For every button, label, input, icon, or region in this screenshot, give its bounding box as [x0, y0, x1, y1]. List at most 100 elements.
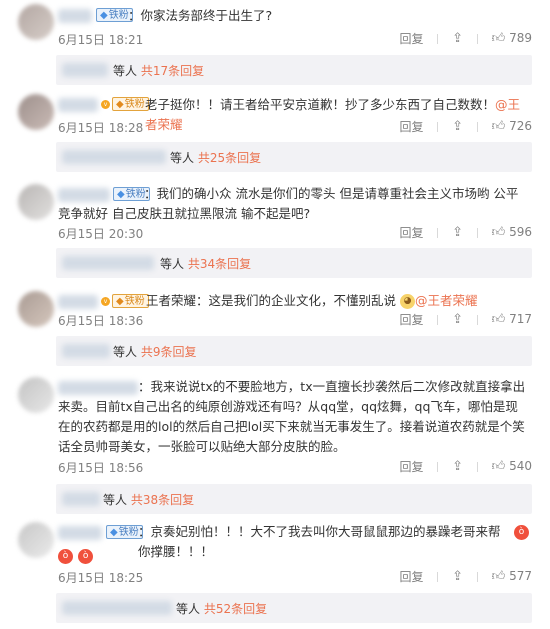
like-count: 789 [509, 31, 532, 45]
like-count: 717 [509, 312, 532, 326]
replies-summary[interactable]: 等人 共25条回复 [56, 142, 532, 172]
dog-emoji-icon: ◕ [400, 294, 415, 309]
comment-actions: 回复 ⇪ 👍︎ 726 [389, 118, 532, 135]
avatar[interactable] [18, 377, 54, 413]
reply-button[interactable]: 回复 [399, 30, 423, 47]
username-blurred[interactable] [58, 295, 98, 309]
comment-6: ◆铁粉 ：京奏妃别怕！！！大不了我去叫你大哥鼠鼠那边的暴躁老哥来帮你撑腰！！！ … [0, 518, 550, 629]
divider [476, 461, 478, 472]
share-icon[interactable]: ⇪ [452, 312, 463, 327]
replies-summary[interactable]: 等人 共38条回复 [56, 484, 532, 514]
divider [437, 227, 439, 238]
view-replies-link[interactable]: 共17条回复 [141, 64, 204, 78]
avatar[interactable] [18, 94, 54, 130]
thumbs-up-icon: 👍︎ [491, 312, 506, 327]
reply-button[interactable]: 回复 [399, 118, 423, 135]
like-button[interactable]: 👍︎ 596 [492, 225, 532, 240]
fan-badge[interactable]: ◆铁粉 [112, 294, 149, 308]
replies-text: 等人 共25条回复 [170, 151, 262, 165]
divider [476, 314, 478, 325]
comment-text: 王者荣耀：这是我们的企业文化，不懂别乱说 ◕ @王者荣耀 [146, 293, 478, 309]
reply-button[interactable]: 回复 [399, 568, 423, 585]
vip-icon: v [101, 100, 110, 109]
comment-timestamp: 6月15日 20:30 [58, 227, 144, 241]
reply-names-blurred [62, 601, 172, 615]
divider [476, 227, 478, 238]
angry-emoji-icon: ò [58, 549, 73, 564]
username-blurred[interactable] [58, 526, 102, 540]
divider [437, 461, 439, 472]
comment-timestamp: 6月15日 18:21 [58, 33, 144, 47]
share-icon[interactable]: ⇪ [452, 569, 463, 584]
view-replies-link[interactable]: 共25条回复 [198, 151, 261, 165]
comment-2: v ◆铁粉 老子挺你！！请王者给平安京道歉！抄了多少东西了自己数数！@王者荣耀 … [0, 90, 550, 185]
comment-text: ：我来说说tx的不要脸地方，tx一直擅长抄袭然后二次修改就直接拿出来卖。目前tx… [58, 379, 526, 454]
comment-actions: 回复 ⇪ 👍︎ 717 [389, 311, 532, 328]
divider [437, 33, 439, 44]
replies-summary[interactable]: 等人 共9条回复 [56, 336, 532, 366]
reply-names-blurred [62, 492, 100, 506]
replies-text: 等人 共34条回复 [160, 257, 252, 271]
comment-timestamp: 6月15日 18:25 [58, 571, 144, 585]
mention-link[interactable]: @王者荣耀 [415, 293, 478, 308]
view-replies-link[interactable]: 共34条回复 [188, 257, 251, 271]
comment-4: v ◆铁粉 王者荣耀：这是我们的企业文化，不懂别乱说 ◕ @王者荣耀 6月15日 … [0, 287, 550, 367]
avatar[interactable] [18, 291, 54, 327]
fan-badge[interactable]: ◆铁粉 [112, 97, 149, 111]
reply-button[interactable]: 回复 [399, 224, 423, 241]
share-icon[interactable]: ⇪ [452, 119, 463, 134]
angry-emoji-icon: ò [514, 525, 529, 540]
replies-text: 等人 共9条回复 [113, 345, 197, 359]
thumbs-up-icon: 👍︎ [491, 569, 506, 584]
thumbs-up-icon: 👍︎ [491, 459, 506, 474]
comment-actions: 回复 ⇪ 👍︎ 596 [389, 224, 532, 241]
comment-text: ：京奏妃别怕！！！大不了我去叫你大哥鼠鼠那边的暴躁老哥来帮你撑腰！！！ [138, 524, 501, 559]
divider [476, 33, 478, 44]
reply-names-blurred [62, 256, 154, 270]
comment-1: ◆铁粉 ：你家法务部终于出生了? 6月15日 18:21 回复 ⇪ 👍︎ 789… [0, 0, 550, 90]
view-replies-link[interactable]: 共52条回复 [204, 602, 267, 616]
reply-names-blurred [62, 150, 166, 164]
comment-text: ：我们的确小众 流水是你们的零头 但是请尊重社会主义市场哟 公平竞争就好 自己皮… [58, 186, 519, 221]
divider [437, 571, 439, 582]
vip-icon: v [101, 297, 110, 306]
share-icon[interactable]: ⇪ [452, 459, 463, 474]
share-icon[interactable]: ⇪ [452, 225, 463, 240]
replies-text: 等人 共38条回复 [103, 493, 195, 507]
comment-3: ◆铁粉 ：我们的确小众 流水是你们的零头 但是请尊重社会主义市场哟 公平竞争就好… [0, 180, 550, 280]
username-blurred[interactable] [58, 9, 92, 23]
like-count: 540 [509, 459, 532, 473]
replies-summary[interactable]: 等人 共17条回复 [56, 55, 532, 85]
comment-timestamp: 6月15日 18:28 [58, 121, 144, 135]
like-count: 726 [509, 119, 532, 133]
reply-button[interactable]: 回复 [399, 458, 423, 475]
comment-timestamp: 6月15日 18:36 [58, 314, 144, 328]
comment-actions: 回复 ⇪ 👍︎ 577 [389, 568, 532, 585]
comment-5: ：我来说说tx的不要脸地方，tx一直擅长抄袭然后二次修改就直接拿出来卖。目前tx… [0, 373, 550, 514]
divider [437, 314, 439, 325]
like-button[interactable]: 👍︎ 717 [492, 312, 532, 327]
reply-button[interactable]: 回复 [399, 311, 423, 328]
view-replies-link[interactable]: 共9条回复 [141, 345, 197, 359]
avatar[interactable] [18, 522, 54, 558]
avatar[interactable] [18, 184, 54, 220]
reply-names-blurred [62, 63, 108, 77]
like-count: 596 [509, 225, 532, 239]
replies-text: 等人 共17条回复 [113, 64, 205, 78]
divider [476, 571, 478, 582]
replies-summary[interactable]: 等人 共34条回复 [56, 248, 532, 278]
replies-summary[interactable]: 等人 共52条回复 [56, 593, 532, 623]
thumbs-up-icon: 👍︎ [491, 225, 506, 240]
like-button[interactable]: 👍︎ 577 [492, 569, 532, 584]
like-count: 577 [509, 569, 532, 583]
share-icon[interactable]: ⇪ [452, 31, 463, 46]
view-replies-link[interactable]: 共38条回复 [131, 493, 194, 507]
divider [476, 121, 478, 132]
like-button[interactable]: 👍︎ 540 [492, 459, 532, 474]
username-blurred[interactable] [58, 98, 98, 112]
thumbs-up-icon: 👍︎ [491, 31, 506, 46]
avatar[interactable] [18, 4, 54, 40]
like-button[interactable]: 👍︎ 726 [492, 119, 532, 134]
like-button[interactable]: 👍︎ 789 [492, 31, 532, 46]
replies-text: 等人 共52条回复 [176, 602, 268, 616]
